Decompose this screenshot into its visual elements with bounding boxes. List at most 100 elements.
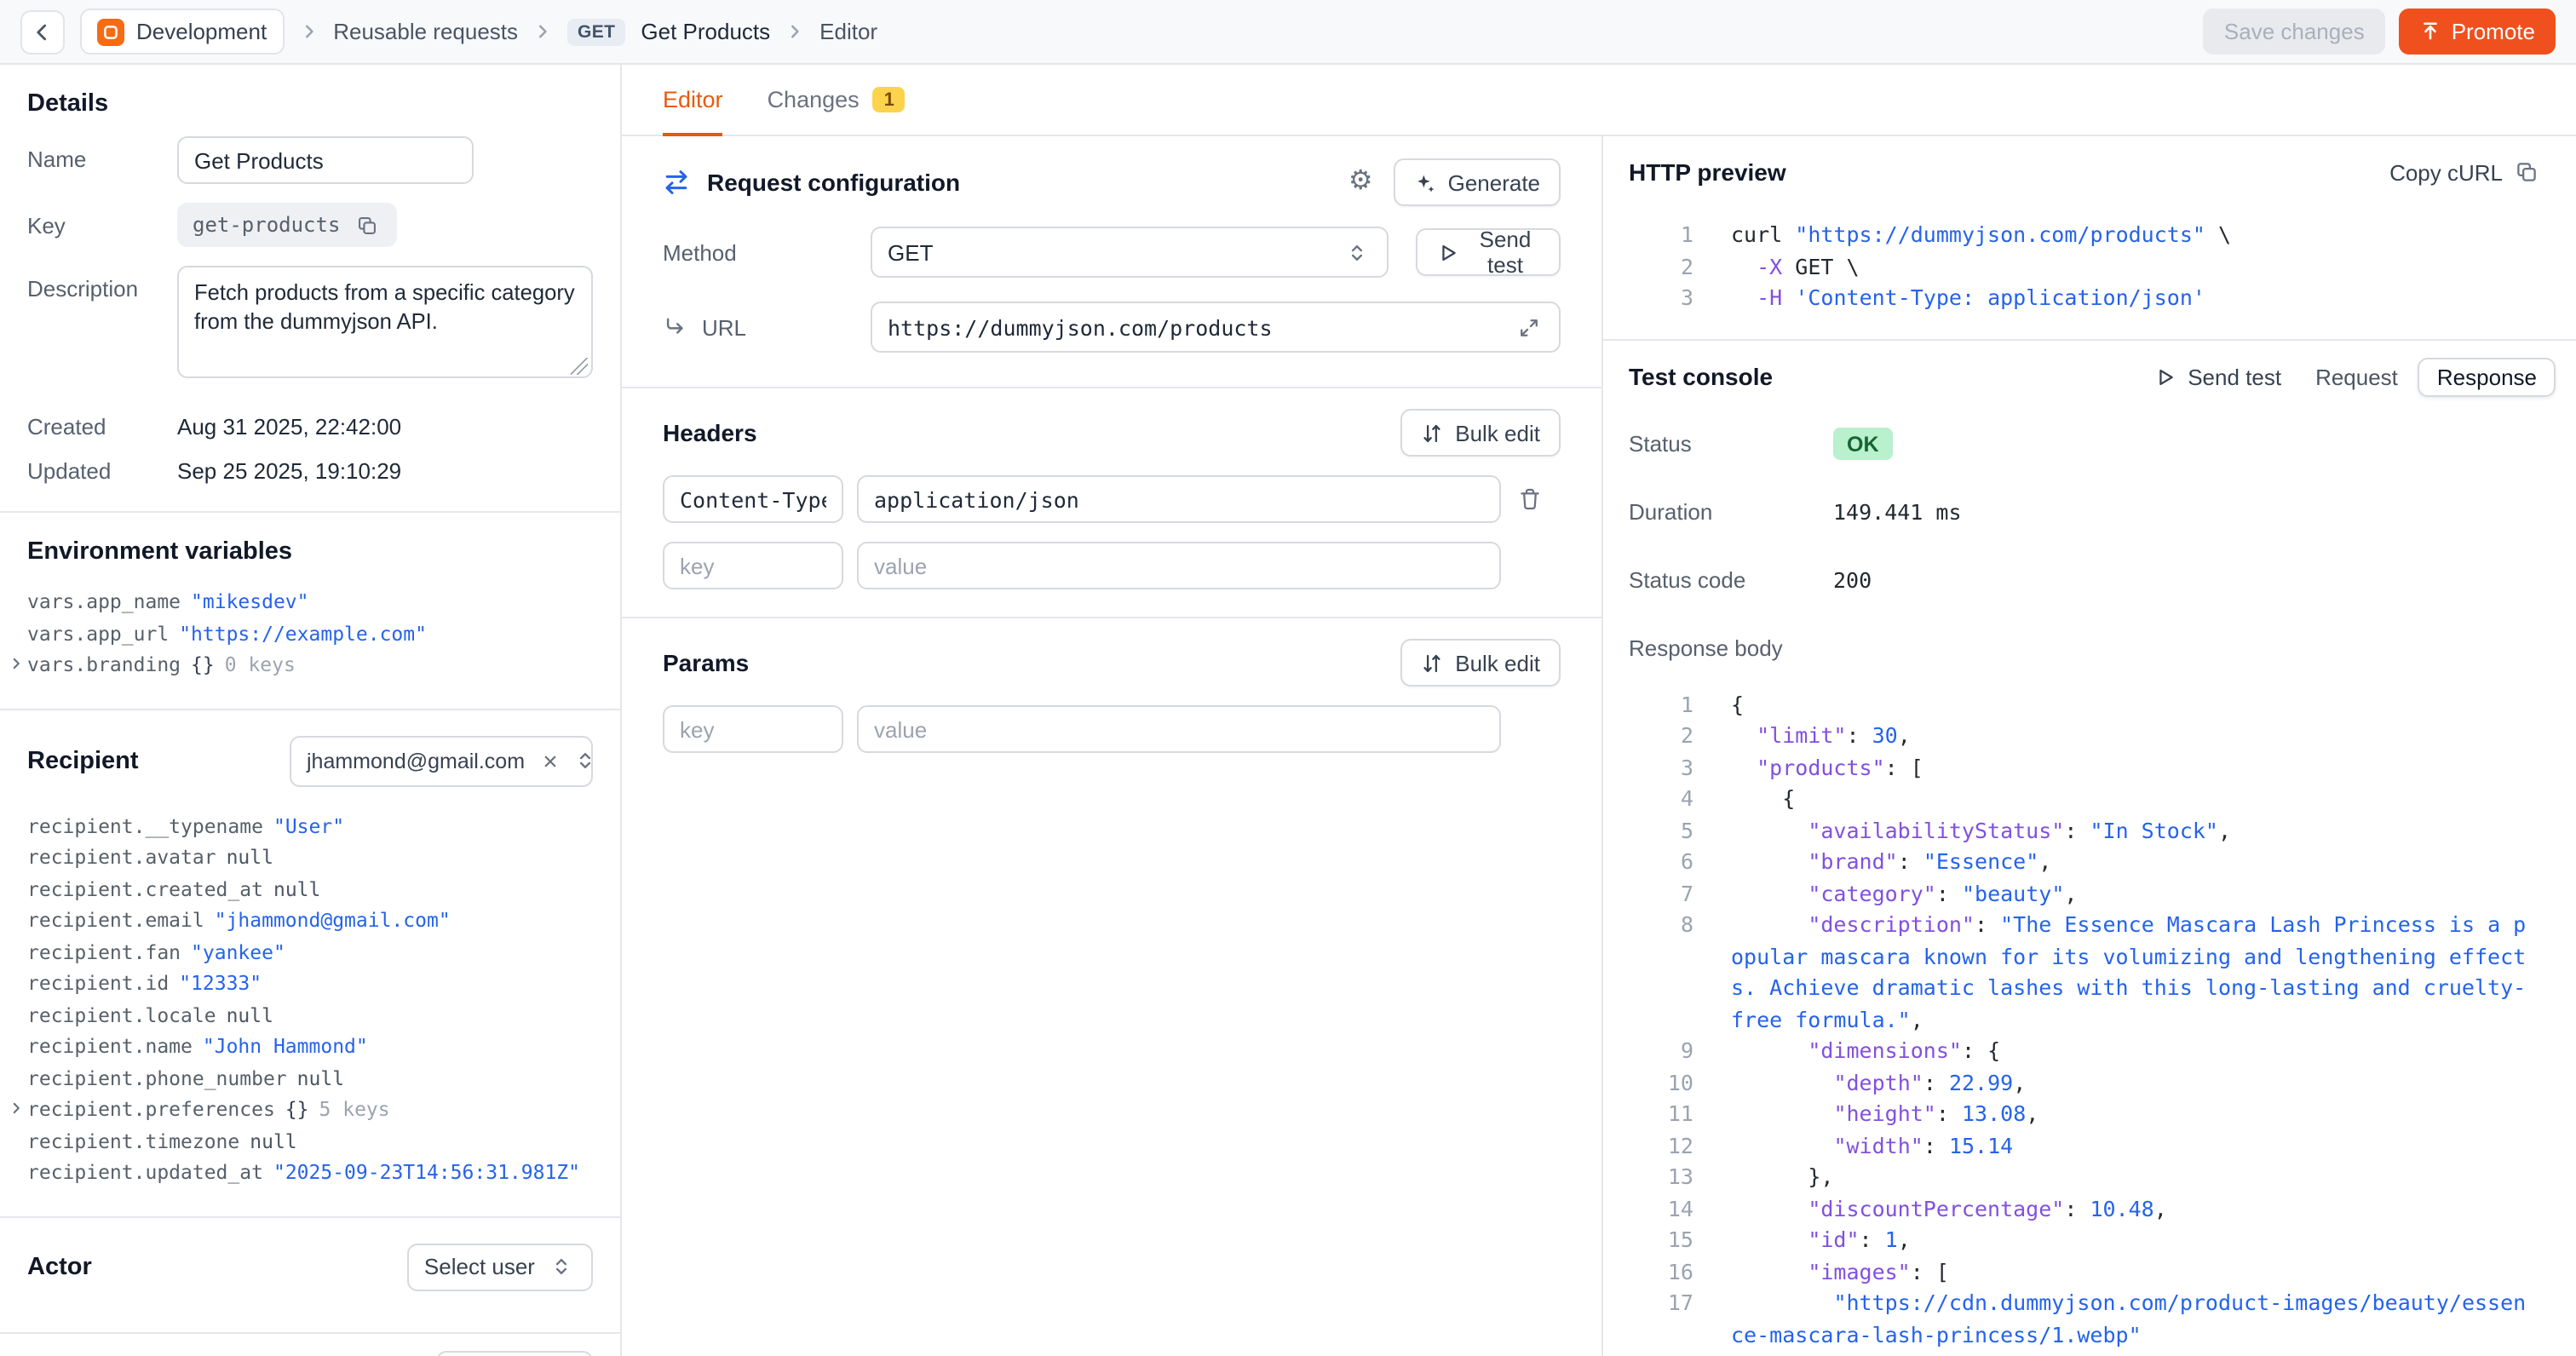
settings-gear-icon[interactable]: ⚙ [1345, 165, 1377, 199]
kv-value: null [297, 1062, 344, 1094]
tab-changes[interactable]: Changes 1 [768, 65, 906, 135]
resize-handle[interactable] [571, 358, 588, 375]
header-value-input[interactable] [857, 542, 1501, 589]
url-input[interactable]: https://dummyjson.com/products [871, 302, 1561, 353]
headers-title: Headers [663, 419, 757, 446]
code-text: { [1731, 689, 2539, 721]
code-text: "discountPercentage": 10.48, [1731, 1193, 2539, 1225]
sidebar-bottom-select[interactable] [436, 1350, 593, 1356]
url-label-text: URL [702, 314, 746, 340]
expand-icon[interactable] [1515, 313, 1544, 342]
kv-key: recipient.avatar [27, 842, 216, 873]
copy-curl-button[interactable]: Copy cURL [2389, 159, 2539, 185]
back-button[interactable] [20, 9, 65, 54]
param-key-input[interactable] [663, 705, 843, 753]
key-pill: get-products [177, 203, 396, 247]
copy-key-button[interactable] [352, 210, 381, 239]
chevron-right-icon [299, 22, 318, 41]
breadcrumb-workspace[interactable]: Development [80, 9, 284, 55]
updated-label: Updated [27, 458, 177, 484]
line-number: 1 [1629, 220, 1693, 251]
response-line: 10 "depth": 22.99, [1629, 1067, 2539, 1099]
header-key-input[interactable] [663, 542, 843, 589]
workspace-icon [97, 18, 124, 45]
actor-select[interactable]: Select user [407, 1243, 593, 1290]
env-var-row: vars.app_name"mikesdev" [27, 586, 593, 618]
breadcrumb-request[interactable]: Get Products [641, 19, 770, 44]
description-textarea[interactable]: Fetch products from a specific category … [177, 266, 593, 378]
response-line: 7 "category": "beauty", [1629, 878, 2539, 910]
recipient-field-row: recipient.avatarnull [27, 842, 593, 873]
response-tab-button[interactable]: Response [2418, 357, 2556, 396]
actor-title: Actor [27, 1253, 92, 1280]
header-empty-row [663, 542, 1561, 589]
delete-header-button[interactable] [1515, 484, 1545, 514]
recipient-field-row: recipient.__typename "User" [27, 810, 593, 842]
workspace-name: Development [136, 19, 267, 44]
line-number: 6 [1629, 847, 1693, 878]
response-line: 5 "availabilityStatus": "In Stock", [1629, 815, 2539, 847]
curl-line: 2 -X GET \ [1629, 251, 2539, 283]
header-value-input[interactable] [857, 475, 1501, 523]
line-number: 3 [1629, 283, 1693, 314]
generate-label: Generate [1448, 170, 1540, 195]
console-send-test-button[interactable]: Send test [2153, 364, 2281, 389]
send-test-button[interactable]: Send test [1416, 228, 1561, 276]
response-line: 15 "id": 1, [1629, 1225, 2539, 1256]
save-changes-button[interactable]: Save changes [2204, 9, 2385, 55]
env-var-row: vars.app_url"https://example.com" [27, 618, 593, 649]
duration-label: Duration [1629, 499, 1833, 525]
generate-button[interactable]: Generate [1394, 158, 1561, 206]
status-row: Status OK [1603, 410, 2576, 478]
line-number: 1 [1629, 689, 1693, 721]
request-tab-button[interactable]: Request [2298, 357, 2415, 396]
duration-row: Duration 149.441 ms [1603, 478, 2576, 546]
kv-key: recipient.__typename [27, 810, 263, 842]
status-badge: OK [1833, 428, 1893, 460]
actor-section: Actor Select user [0, 1215, 620, 1331]
tab-editor[interactable]: Editor [663, 65, 723, 135]
name-input[interactable] [177, 136, 474, 184]
recipient-select[interactable]: jhammond@gmail.com [290, 735, 593, 786]
params-bulk-edit-button[interactable]: Bulk edit [1400, 639, 1561, 687]
kv-key: recipient.email [27, 905, 204, 936]
header-key-input[interactable] [663, 475, 843, 523]
kv-value: "https://example.com" [179, 618, 427, 649]
code-text: "products": [ [1731, 752, 2539, 784]
line-number: 14 [1629, 1193, 1693, 1225]
response-body-code: 1{2 "limit": 30,3 "products": [4 {5 "ava… [1603, 682, 2576, 1356]
details-title: Details [27, 90, 593, 118]
method-select[interactable]: GET [871, 227, 1389, 278]
kv-key: vars.branding [27, 649, 181, 681]
response-line: 6 "brand": "Essence", [1629, 847, 2539, 878]
param-empty-row [663, 705, 1561, 753]
response-body-label: Response body [1629, 635, 1833, 661]
details-sidebar: Details Name Key get-products Descriptio… [0, 65, 622, 1356]
line-number: 7 [1629, 878, 1693, 910]
line-number: 2 [1629, 721, 1693, 752]
expand-chevron-icon[interactable] [9, 656, 24, 671]
url-label: URL [663, 314, 871, 340]
line-number: 17 [1629, 1288, 1693, 1351]
kv-key: recipient.updated_at [27, 1157, 263, 1188]
line-number: 11 [1629, 1099, 1693, 1130]
headers-bulk-edit-button[interactable]: Bulk edit [1400, 409, 1561, 457]
code-text: "availabilityStatus": "In Stock", [1731, 815, 2539, 847]
clear-recipient-icon[interactable] [537, 747, 564, 774]
promote-button[interactable]: Promote [2399, 9, 2556, 55]
param-value-input[interactable] [857, 705, 1501, 753]
method-badge: GET [567, 18, 625, 45]
promote-label: Promote [2452, 19, 2535, 44]
recipient-field-row: recipient.fan"yankee" [27, 936, 593, 968]
response-body-row: Response body [1603, 614, 2576, 682]
line-number: 15 [1629, 1225, 1693, 1256]
expand-chevron-icon[interactable] [9, 1100, 24, 1116]
breadcrumb-section[interactable]: Reusable requests [333, 19, 518, 44]
line-number: 2 [1629, 251, 1693, 283]
environment-section: Environment variables vars.app_name"mike… [0, 511, 620, 708]
chevrons-up-down-icon [1343, 238, 1371, 267]
request-config-title: Request configuration [707, 169, 960, 196]
response-line: 11 "height": 13.08, [1629, 1099, 2539, 1130]
kv-value: "User" [273, 810, 344, 842]
line-number: 10 [1629, 1067, 1693, 1099]
